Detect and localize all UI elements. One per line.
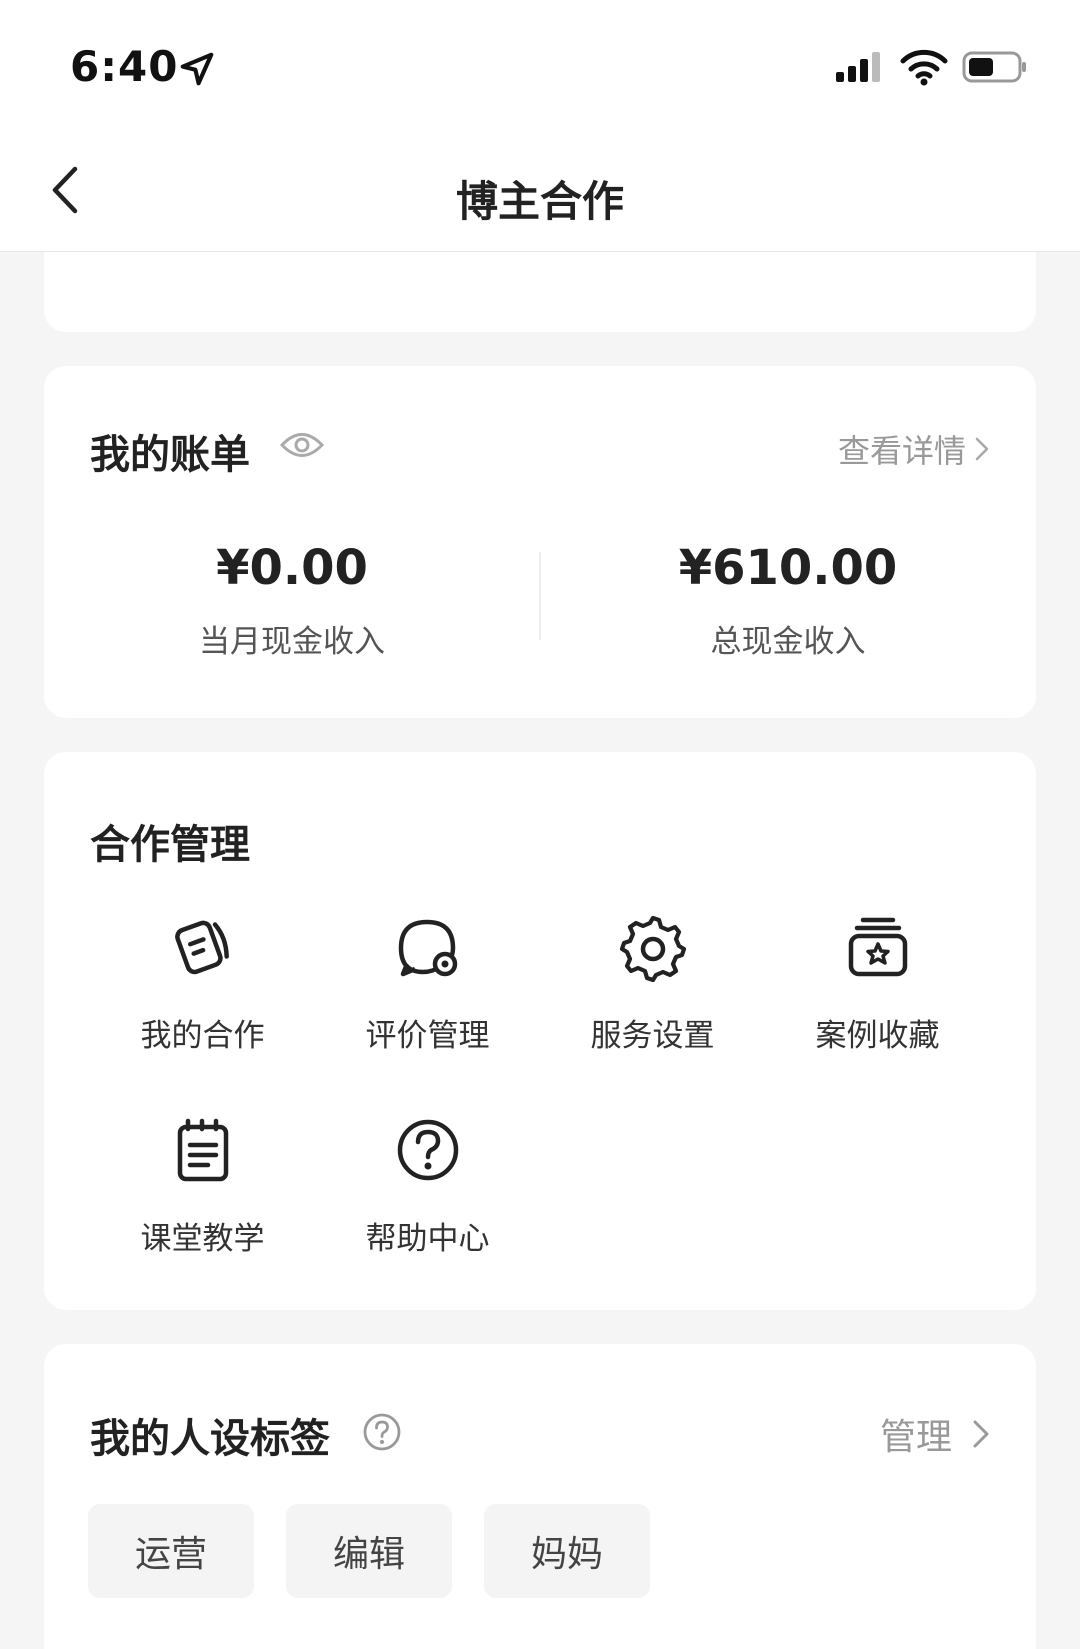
chevron-right-icon	[973, 1420, 989, 1448]
tag-chip[interactable]: 编辑	[286, 1504, 452, 1598]
cellular-signal-icon	[836, 52, 880, 82]
monthly-income-label: 当月现金收入	[199, 624, 385, 660]
page-title: 博主合作	[455, 177, 624, 226]
notebook-icon	[177, 1118, 228, 1182]
star-box-icon	[848, 917, 907, 977]
tag-chip[interactable]: 运营	[88, 1504, 254, 1598]
chat-bubble-gear-icon	[398, 919, 457, 977]
case-collection-entry[interactable]: 案例收藏	[765, 912, 990, 1055]
service-settings-label: 服务设置	[590, 1018, 715, 1054]
help-center-entry[interactable]: 帮助中心	[315, 1115, 540, 1258]
monthly-income-amount: ¥0.00	[216, 540, 368, 596]
classroom-teaching-label: 课堂教学	[140, 1221, 265, 1257]
view-details-label: 查看详情	[837, 432, 966, 470]
bill-title: 我的账单	[90, 432, 250, 478]
persona-tags-card: 我的人设标签 管理 运营 编辑 妈妈	[44, 1344, 1036, 1649]
manage-tags-label: 管理	[879, 1417, 952, 1458]
nav-bar: 博主合作	[0, 130, 1080, 252]
total-income-label: 总现金收入	[710, 624, 866, 660]
manage-tags-link[interactable]: 管理	[880, 1408, 990, 1460]
location-arrow-icon	[180, 52, 214, 86]
cards-icon	[174, 920, 229, 975]
management-grid: 我的合作 评价管理 服务设置 案例收藏 课堂教学 帮助中心	[90, 912, 990, 1258]
battery-icon	[962, 51, 1026, 83]
review-management-label: 评价管理	[365, 1018, 490, 1054]
total-income: ¥610.00 总现金收入	[540, 540, 1036, 661]
service-settings-entry[interactable]: 服务设置	[540, 912, 765, 1055]
status-bar: 6:40	[0, 0, 1080, 130]
chevron-right-icon	[975, 437, 989, 461]
total-income-amount: ¥610.00	[678, 540, 898, 596]
tag-list: 运营 编辑 妈妈	[88, 1504, 650, 1598]
eye-icon[interactable]	[280, 430, 324, 460]
top-card-partial	[44, 252, 1036, 332]
bill-card: 我的账单 查看详情 ¥0.00 当月现金收入 ¥610.00 总现金收入	[44, 366, 1036, 718]
help-circle-icon[interactable]	[362, 1412, 402, 1452]
screen: 6:40 博主合作 我的账单 查看详情 ¥0.00 当月现金收入 ¥610.00…	[0, 0, 1080, 1649]
my-cooperation-entry[interactable]: 我的合作	[90, 912, 315, 1055]
question-circle-icon	[397, 1119, 458, 1181]
tag-chip[interactable]: 妈妈	[484, 1504, 650, 1598]
review-management-entry[interactable]: 评价管理	[315, 912, 540, 1055]
my-cooperation-label: 我的合作	[140, 1018, 265, 1054]
view-details-link[interactable]: 查看详情	[838, 426, 990, 472]
help-center-label: 帮助中心	[365, 1221, 490, 1257]
cooperation-management-title: 合作管理	[90, 822, 250, 868]
classroom-teaching-entry[interactable]: 课堂教学	[90, 1115, 315, 1258]
case-collection-label: 案例收藏	[815, 1018, 940, 1054]
gear-icon	[619, 915, 686, 982]
cooperation-management-card: 合作管理 我的合作 评价管理 服务设置 案例收藏 课堂教学 帮助中心	[44, 752, 1036, 1310]
monthly-income: ¥0.00 当月现金收入	[44, 540, 540, 661]
wifi-icon	[900, 49, 948, 86]
status-time: 6:40	[70, 42, 179, 91]
persona-tags-title: 我的人设标签	[90, 1416, 330, 1462]
